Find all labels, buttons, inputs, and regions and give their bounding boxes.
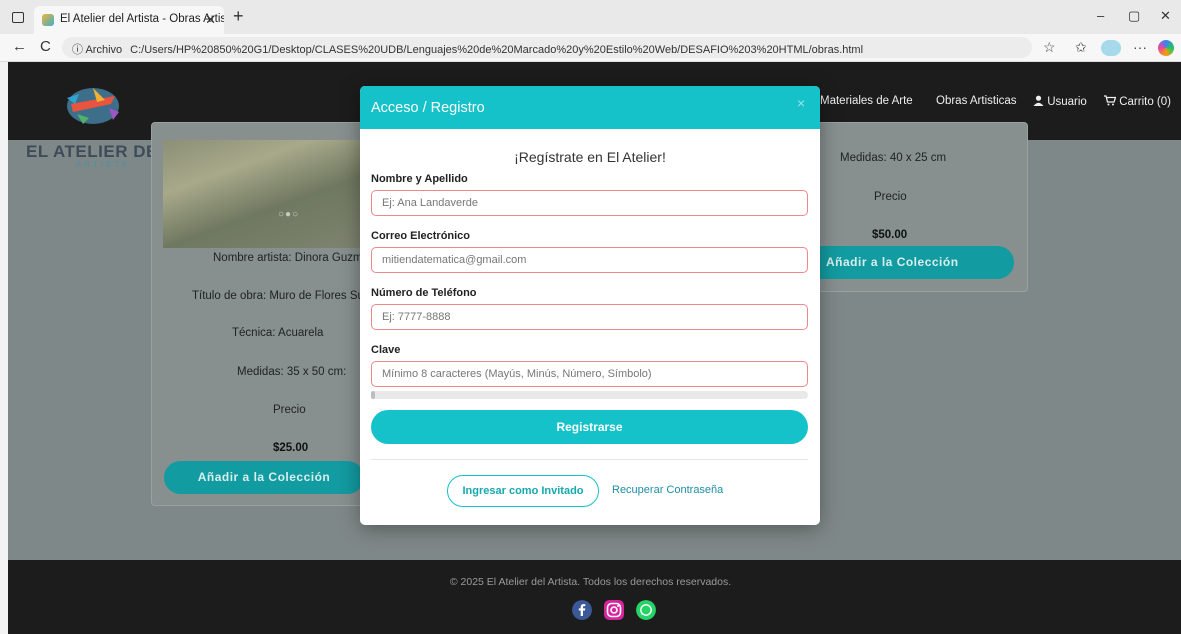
reload-button[interactable]: C bbox=[40, 38, 51, 55]
profile-avatar[interactable] bbox=[1101, 40, 1121, 56]
more-menu-icon[interactable]: ··· bbox=[1133, 39, 1147, 55]
menu-item-materiales[interactable]: Materiales de Arte bbox=[820, 95, 913, 107]
password-input[interactable]: Mínimo 8 caracteres (Mayús, Minús, Númer… bbox=[371, 361, 808, 387]
add-to-collection-button[interactable]: Añadir a la Colección bbox=[798, 246, 1014, 279]
add-to-collection-button[interactable]: Añadir a la Colección bbox=[164, 461, 364, 494]
price-label: Precio bbox=[273, 404, 306, 416]
menu-usuario-label: Usuario bbox=[1047, 96, 1087, 108]
footer-copyright: © 2025 El Atelier del Artista. Todos los… bbox=[449, 576, 732, 588]
menu-item-usuario[interactable]: Usuario bbox=[1033, 95, 1087, 108]
menu-carrito-label: Carrito (0) bbox=[1119, 96, 1171, 108]
close-window-button[interactable]: ✕ bbox=[1160, 8, 1171, 24]
tab-title: El Atelier del Artista - Obras Artis bbox=[60, 13, 224, 25]
back-button[interactable]: ← bbox=[12, 38, 27, 55]
artwork-size: Medidas: 35 x 50 cm: bbox=[237, 366, 347, 378]
artwork-price: $50.00 bbox=[872, 229, 908, 241]
carousel-indicators[interactable]: ○●○ bbox=[278, 209, 299, 220]
name-label: Nombre y Apellido bbox=[371, 173, 468, 185]
modal-header: Acceso / Registro × bbox=[360, 86, 820, 129]
register-heading: ¡Regístrate en El Atelier! bbox=[514, 149, 666, 165]
password-strength-fill bbox=[371, 391, 375, 399]
menu-item-carrito[interactable]: Carrito (0) bbox=[1104, 95, 1171, 108]
site-favicon-icon bbox=[42, 14, 54, 26]
facebook-icon[interactable] bbox=[572, 600, 592, 620]
price-label: Precio bbox=[874, 191, 907, 203]
phone-label: Número de Teléfono bbox=[371, 287, 477, 299]
artwork-price: $25.00 bbox=[273, 442, 309, 454]
tab-close-icon[interactable]: ✕ bbox=[205, 12, 216, 28]
user-icon bbox=[1033, 95, 1044, 106]
register-modal: Acceso / Registro × ¡Regístrate en El At… bbox=[360, 86, 820, 525]
guest-login-button[interactable]: Ingresar como Invitado bbox=[447, 475, 599, 507]
name-input[interactable]: Ej: Ana Landaverde bbox=[371, 190, 808, 216]
favorite-star-icon[interactable]: ☆ bbox=[1043, 39, 1056, 56]
register-button[interactable]: Registrarse bbox=[371, 410, 808, 444]
url-field[interactable]: ⓘ Archivo C:/Users/HP%20850%20G1/Desktop/… bbox=[62, 37, 1032, 58]
maximize-button[interactable]: ▢ bbox=[1128, 8, 1140, 24]
artwork-title: Título de obra: Muro de Flores Suc bbox=[192, 290, 370, 302]
email-input[interactable]: mitiendatematica@gmail.com bbox=[371, 247, 808, 273]
artwork-image[interactable] bbox=[163, 140, 363, 248]
browser-tab-bar: El Atelier del Artista - Obras Artis ✕ +… bbox=[0, 0, 1181, 34]
minimize-button[interactable]: – bbox=[1097, 8, 1104, 23]
url-text: C:/Users/HP%20850%20G1/Desktop/CLASES%20… bbox=[130, 44, 864, 56]
cart-icon bbox=[1104, 95, 1117, 106]
whatsapp-icon[interactable] bbox=[636, 600, 656, 620]
artwork-size: Medidas: 40 x 25 cm bbox=[840, 152, 947, 164]
tab-actions-icon[interactable] bbox=[12, 12, 24, 23]
artist-name: Nombre artista: Dinora Guzma bbox=[213, 252, 369, 264]
menu-item-obras[interactable]: Obras Artisticas bbox=[936, 95, 1017, 107]
brand-subtitle: ARTISTA bbox=[76, 160, 131, 169]
modal-title: Acceso / Registro bbox=[371, 100, 485, 116]
instagram-icon[interactable] bbox=[604, 600, 624, 620]
modal-close-button[interactable]: × bbox=[797, 95, 805, 111]
password-strength-bar bbox=[371, 391, 808, 399]
email-label: Correo Electrónico bbox=[371, 230, 471, 242]
brand-name[interactable]: EL ATELIER DEL bbox=[26, 142, 169, 162]
phone-input[interactable]: Ej: 7777-8888 bbox=[371, 304, 808, 330]
url-security-label[interactable]: ⓘ Archivo bbox=[72, 44, 122, 56]
artwork-technique: Técnica: Acuarela bbox=[232, 327, 324, 339]
modal-divider bbox=[371, 459, 808, 460]
site-footer: © 2025 El Atelier del Artista. Todos los… bbox=[8, 560, 1181, 634]
favorites-icon[interactable]: ✩ bbox=[1075, 39, 1087, 56]
copilot-icon[interactable] bbox=[1158, 40, 1174, 56]
browser-tab[interactable]: El Atelier del Artista - Obras Artis ✕ bbox=[34, 6, 224, 34]
recover-password-link[interactable]: Recuperar Contraseña bbox=[612, 484, 723, 496]
atelier-logo[interactable] bbox=[53, 74, 133, 134]
password-label: Clave bbox=[371, 344, 401, 356]
new-tab-button[interactable]: + bbox=[233, 6, 244, 27]
